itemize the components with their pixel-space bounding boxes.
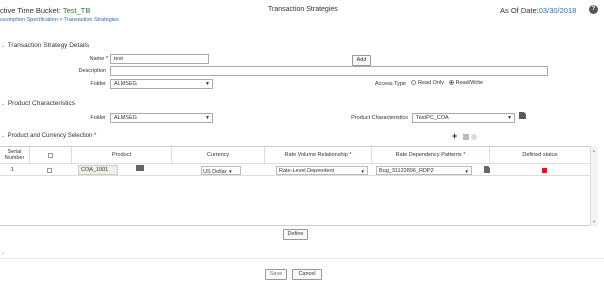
access-type-radios: Read Only Read/Write [411,80,483,86]
caret-down-icon: ▼ [228,169,233,174]
currency-select[interactable]: US Dollar ▼ [201,166,241,175]
col-defined-status: Defined status [490,147,590,163]
col-rate-volume-relationship: Rate Volume Relationship * [265,147,372,163]
plus-icon[interactable]: + [452,131,457,141]
radio-selected-icon [448,80,454,85]
delete-icon[interactable] [471,134,477,140]
caret-down-icon: ▼ [507,115,512,121]
checkbox[interactable] [47,168,52,173]
required-marker: * [461,152,466,158]
defined-status-indicator [542,168,547,173]
section-transaction-strategy-details[interactable]: ⌄ Transaction Strategy Details [1,42,89,49]
caret-down-icon: ▼ [464,169,469,174]
caret-down-icon: ▼ [205,115,210,121]
copy-icon[interactable] [463,134,469,140]
chevron-down-icon: ⌄ [1,43,6,49]
radio-read-only-label: Read Only [418,80,444,86]
radio-read-write[interactable]: Read/Write [448,80,484,86]
select-all-checkbox[interactable] [48,152,53,158]
table-row[interactable]: 1 COA_1001 US Dollar ▼ Rate-Level Depend… [0,163,590,176]
section-product-characteristics[interactable]: ⌄ Product Characteristics [1,100,75,107]
name-input[interactable] [110,54,209,64]
description-input[interactable] [110,66,548,76]
col-select-all [30,147,72,163]
chevron-down-icon[interactable]: ⌄ [1,250,5,256]
folder-select[interactable]: ALMSEG ▼ [110,79,213,89]
currency-value: US Dollar [203,169,227,175]
access-type-label: Access Type [374,81,406,87]
as-of-value[interactable]: 03/30/2018 [539,6,577,15]
section-title: Transaction Strategy Details [7,42,90,49]
name-label-text: Name [89,56,105,62]
radio-read-only[interactable]: Read Only [411,80,444,86]
grid-scrollbar[interactable]: ▲ ▼ [590,146,598,226]
edit-document-icon[interactable] [519,112,526,119]
breadcrumb[interactable]: ssumption Specification > Transaction St… [0,17,119,23]
rate-volume-value: Rate-Level Dependent [279,168,335,174]
active-time-bucket: ctive Time Bucket: Test_TB [0,6,90,15]
folder-value: ALMSEG [114,81,137,87]
required-marker: * [92,133,97,139]
add-button[interactable]: Add [352,55,371,66]
folder-label: Folder [90,81,106,87]
col-rate-dependency-text: Rate Dependency Patterns [395,152,462,158]
question-circle-icon[interactable]: ? [589,5,598,14]
pc-value: TestPC_COA [416,115,449,121]
bucket-label: ctive Time Bucket: [0,6,63,15]
browse-product-icon[interactable] [136,165,144,171]
scroll-down-icon[interactable]: ▼ [592,219,596,224]
cancel-button[interactable]: Cancel [292,269,322,280]
chevron-down-icon: ⌄ [1,133,6,139]
pc-folder-value: ALMSEG [114,115,137,121]
scroll-up-icon[interactable]: ▲ [592,148,596,153]
col-currency: Currency [172,147,265,163]
rate-volume-select[interactable]: Rate-Level Dependent ▼ [276,166,368,175]
pc-folder-select[interactable]: ALMSEG ▼ [110,113,213,123]
section-product-currency-selection[interactable]: ⌄ Product and Currency Selection * [1,133,96,139]
bucket-value[interactable]: Test_TB [63,6,91,15]
section-title: Product and Currency Selection [7,133,93,139]
row-checkbox[interactable] [47,168,52,173]
divider [0,258,604,259]
col-serial-number: Serial Number [0,147,30,163]
required-marker: * [104,56,108,62]
rate-dependency-select[interactable]: Bug_31122896_RDP2 ▼ [376,166,472,175]
serial-cell: 1 [11,167,15,173]
save-button[interactable]: Save [265,269,287,280]
product-currency-grid: Serial Number Product Currency Rate Volu… [0,146,598,226]
caret-down-icon: ▼ [360,169,365,174]
col-rate-dependency-patterns: Rate Dependency Patterns * [372,147,490,163]
name-label: Name * [50,56,108,62]
edit-document-icon[interactable] [484,166,490,173]
caret-down-icon: ▼ [205,81,210,87]
col-product: Product [72,147,172,163]
radio-read-write-label: Read/Write [455,80,484,86]
rate-dependency-value: Bug_31122896_RDP2 [379,168,434,174]
radio-icon [411,80,416,85]
pc-folder-label: Folder [90,115,106,121]
product-cell[interactable]: COA_1001 [78,165,118,175]
col-rate-volume-text: Rate Volume Relationship [284,152,348,158]
as-of-label: As Of Date: [500,6,539,15]
section-title: Product Characteristics [7,100,76,107]
product-characteristics-select[interactable]: TestPC_COA ▼ [412,113,515,123]
page-title: Transaction Strategies [268,6,338,13]
chevron-down-icon: ⌄ [1,101,6,107]
product-characteristics-label: Product Characteristics [351,115,408,121]
description-label: Description [78,68,106,74]
define-button[interactable]: Define [283,229,308,240]
as-of-date: As Of Date:03/30/2018 [500,6,576,15]
required-marker: * [347,152,352,158]
